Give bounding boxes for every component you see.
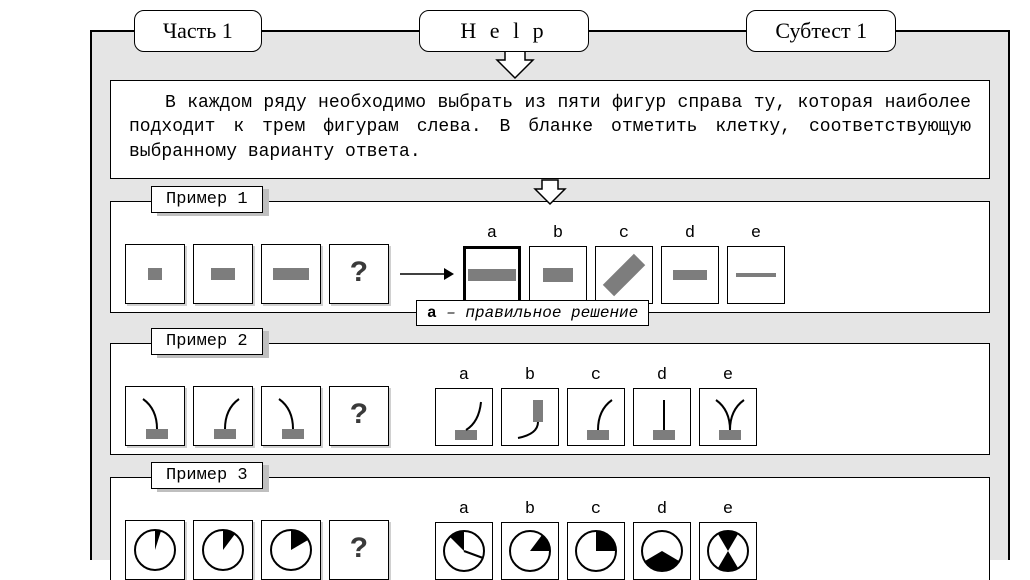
stimulus-cell xyxy=(261,244,321,304)
option-label: d xyxy=(685,224,695,244)
option-cell-a[interactable] xyxy=(463,246,521,304)
example-3-label: Пример 3 xyxy=(151,462,263,489)
tab-help: H e l p xyxy=(419,10,588,52)
example-1-label: Пример 1 xyxy=(151,186,263,213)
example-2-row: ? a b c d e xyxy=(125,366,975,446)
option-label: a xyxy=(459,500,469,520)
option-label: e xyxy=(723,500,733,520)
pointer-icon xyxy=(533,178,567,206)
stimulus-cell xyxy=(193,386,253,446)
stimulus-cell xyxy=(193,520,253,580)
question-cell: ? xyxy=(329,520,389,580)
question-cell: ? xyxy=(329,244,389,304)
tab-subtest: Субтест 1 xyxy=(746,10,896,52)
option-label: d xyxy=(657,500,667,520)
option-label: e xyxy=(751,224,761,244)
option-cell-c[interactable] xyxy=(567,522,625,580)
option-cell-a[interactable] xyxy=(435,522,493,580)
option-cell-b[interactable] xyxy=(501,388,559,446)
stimulus-cell xyxy=(261,520,321,580)
option-cell-b[interactable] xyxy=(529,246,587,304)
example-3-row: ? a b c d e xyxy=(125,500,975,580)
stimulus-cell xyxy=(261,386,321,446)
option-label: a xyxy=(487,224,497,244)
option-label: d xyxy=(657,366,667,386)
option-label: a xyxy=(459,366,469,386)
option-label: e xyxy=(723,366,733,386)
stimulus-cell xyxy=(125,244,185,304)
stimulus-cell xyxy=(125,386,185,446)
tab-part: Часть 1 xyxy=(134,10,262,52)
question-cell: ? xyxy=(329,386,389,446)
example-1-row: ? a b c d e xyxy=(125,224,975,304)
stimulus-cell xyxy=(193,244,253,304)
option-cell-a[interactable] xyxy=(435,388,493,446)
option-label: c xyxy=(591,500,601,520)
stimulus-cell xyxy=(125,520,185,580)
option-label: c xyxy=(619,224,629,244)
example-2-label: Пример 2 xyxy=(151,328,263,355)
option-label: b xyxy=(525,366,535,386)
arrow-icon xyxy=(397,244,455,304)
example-2: Пример 2 ? a b c d e xyxy=(110,343,990,455)
option-cell-c[interactable] xyxy=(567,388,625,446)
option-cell-e[interactable] xyxy=(699,388,757,446)
option-cell-d[interactable] xyxy=(633,522,691,580)
option-cell-e[interactable] xyxy=(727,246,785,304)
option-label: b xyxy=(553,224,563,244)
instruction-box: В каждом ряду необходимо выбрать из пяти… xyxy=(110,80,990,179)
option-cell-d[interactable] xyxy=(661,246,719,304)
example-3: Пример 3 ? a b c d e xyxy=(110,477,990,580)
example-1: Пример 1 ? a b c d e a – правильное реше… xyxy=(110,201,990,313)
answer-note: a – правильное решение xyxy=(416,300,649,326)
option-cell-c[interactable] xyxy=(595,246,653,304)
option-label: b xyxy=(525,500,535,520)
top-tabs: Часть 1 H e l p Субтест 1 xyxy=(0,10,1030,52)
option-cell-b[interactable] xyxy=(501,522,559,580)
option-cell-e[interactable] xyxy=(699,522,757,580)
content-area: В каждом ряду необходимо выбрать из пяти… xyxy=(110,80,990,560)
option-cell-d[interactable] xyxy=(633,388,691,446)
option-label: c xyxy=(591,366,601,386)
